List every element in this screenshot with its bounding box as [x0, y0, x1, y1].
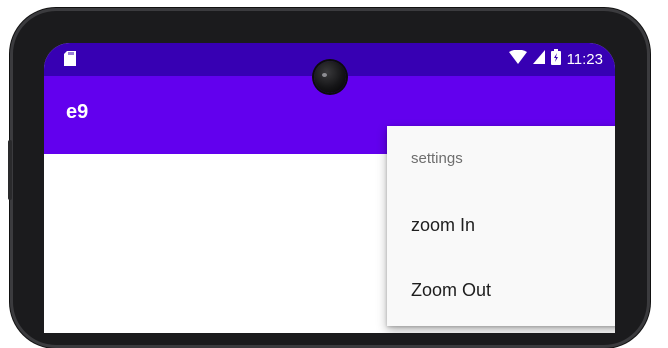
- status-icons: 11:23: [508, 49, 603, 69]
- signal-icon: [532, 50, 545, 68]
- camera-cutout: [314, 61, 346, 93]
- menu-item-settings[interactable]: settings: [411, 150, 463, 167]
- overflow-menu: settings zoom In Zoom Out: [387, 126, 615, 326]
- side-button: [8, 140, 12, 200]
- wifi-icon: [508, 49, 527, 68]
- app-title: e9: [66, 101, 89, 123]
- status-time: 11:23: [566, 50, 603, 68]
- battery-icon: [550, 49, 561, 69]
- menu-item-zoom-out[interactable]: Zoom Out: [411, 280, 491, 301]
- sd-card-icon: [64, 51, 76, 66]
- menu-item-zoom-in[interactable]: zoom In: [411, 215, 475, 236]
